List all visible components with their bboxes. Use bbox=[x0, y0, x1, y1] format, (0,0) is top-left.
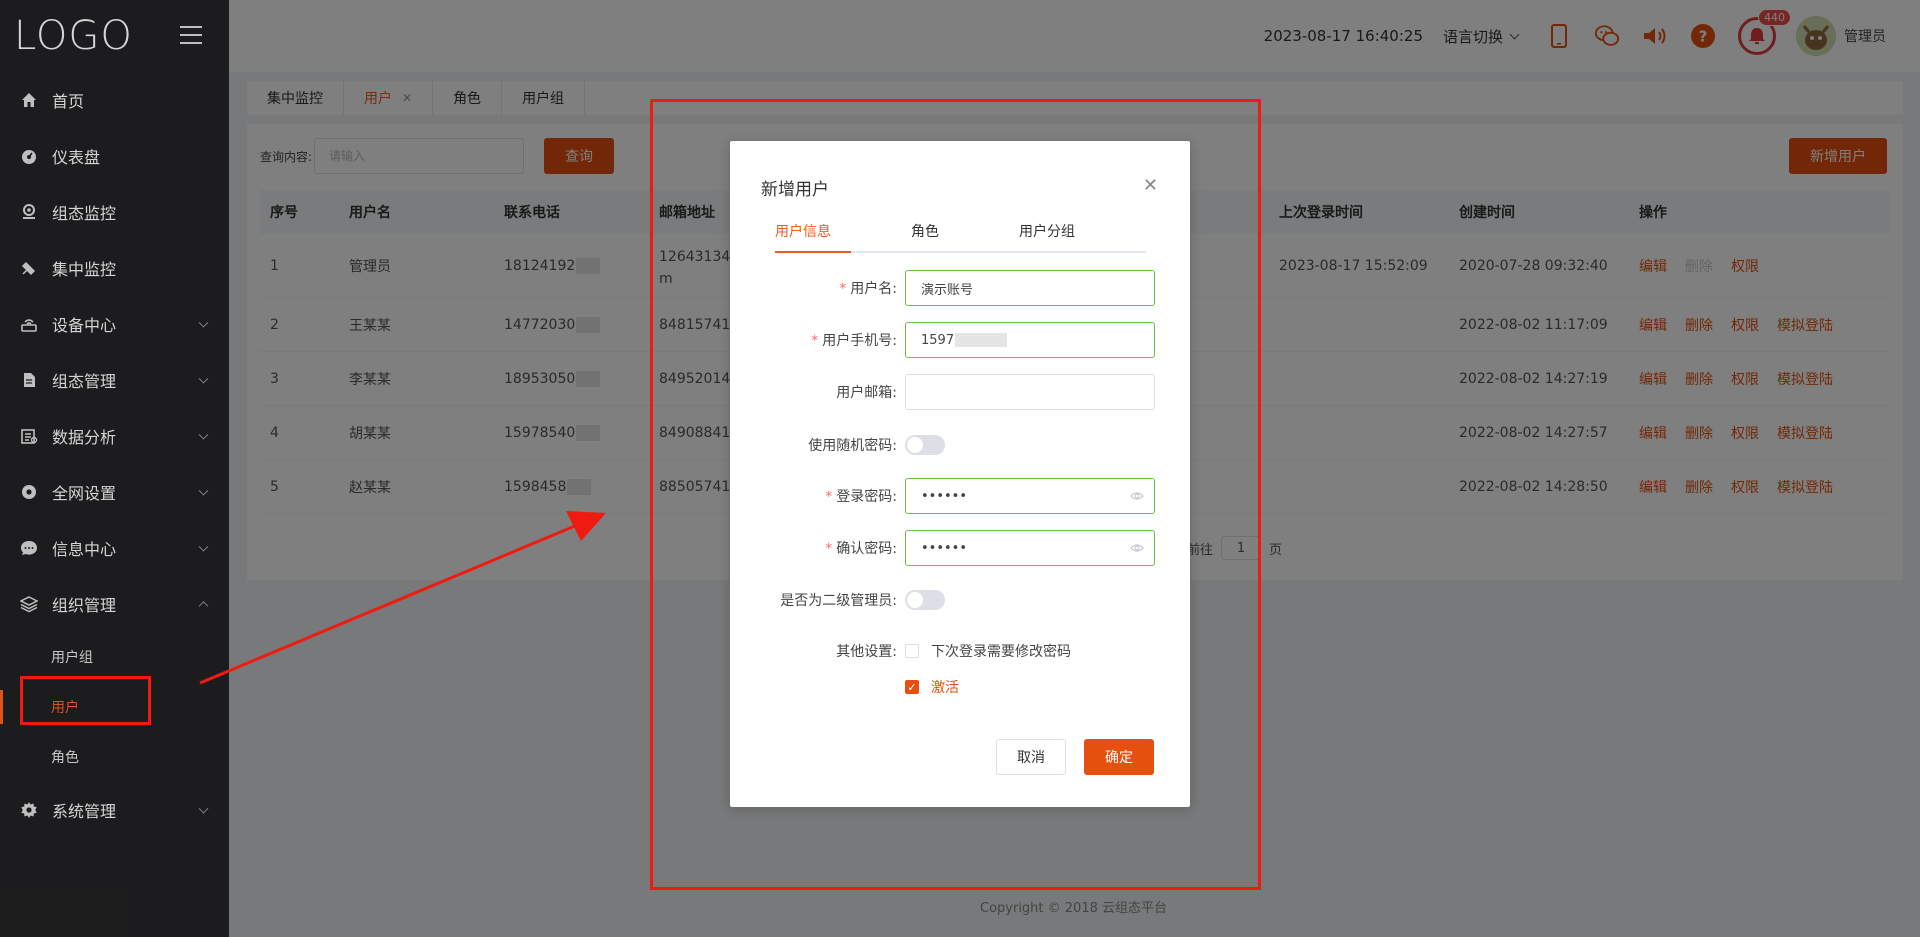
sidebar-menu: 首页 仪表盘 组态监控 集中监控 设备中心 组态管理 数据分析 全网设置 信息中… bbox=[0, 72, 229, 838]
analysis-icon bbox=[20, 427, 38, 445]
tab-user-info[interactable]: 用户信息 bbox=[775, 221, 831, 241]
dashboard-icon bbox=[20, 147, 38, 165]
confirm-value: •••••• bbox=[921, 540, 968, 556]
sidebar-item-label: 集中监控 bbox=[52, 260, 117, 279]
cancel-button[interactable]: 取消 bbox=[996, 739, 1066, 775]
logo: LOGO bbox=[14, 13, 133, 59]
change-password-label[interactable]: 下次登录需要修改密码 bbox=[931, 641, 1071, 661]
layers-icon bbox=[20, 595, 38, 613]
sidebar-item-label: 设备中心 bbox=[52, 316, 117, 335]
sidebar-item-config-manage[interactable]: 组态管理 bbox=[0, 352, 229, 408]
chevron-down-icon bbox=[198, 803, 209, 814]
chevron-down-icon bbox=[198, 429, 209, 440]
close-icon[interactable]: ✕ bbox=[1143, 175, 1158, 196]
home-icon bbox=[20, 91, 38, 109]
username-field[interactable]: 演示账号 bbox=[905, 270, 1155, 306]
add-user-dialog: 新增用户 ✕ 用户信息 角色 用户分组 * 用户名: 演示账号 * 用户手机号: 1… bbox=[730, 141, 1190, 807]
active-label[interactable]: 激活 bbox=[931, 677, 959, 697]
gear-icon bbox=[20, 801, 38, 819]
password-value: •••••• bbox=[921, 488, 968, 504]
tab-role[interactable]: 角色 bbox=[911, 221, 939, 241]
confirm-password-field[interactable]: •••••• bbox=[905, 530, 1155, 566]
form-row-username: * 用户名: 演示账号 bbox=[730, 270, 1190, 306]
sidebar-item-label: 全网设置 bbox=[52, 484, 117, 503]
sidebar-item-label: 仪表盘 bbox=[52, 148, 101, 167]
required-mark: * bbox=[825, 489, 833, 505]
settings-circle-icon bbox=[20, 483, 38, 501]
tab-user-grouping[interactable]: 用户分组 bbox=[1019, 221, 1075, 241]
form-row-other-settings: 其他设置: 下次登录需要修改密码 bbox=[730, 633, 1190, 669]
label-text: 确认密码: bbox=[836, 541, 897, 557]
form-row-password: * 登录密码: •••••• bbox=[730, 478, 1190, 514]
sidebar-item-label: 组织管理 bbox=[52, 596, 117, 615]
form-row-phone: * 用户手机号: 1597 bbox=[730, 322, 1190, 358]
sidebar-item-label: 系统管理 bbox=[52, 802, 117, 821]
masked-digits bbox=[955, 333, 1008, 347]
monitor-icon bbox=[20, 203, 38, 221]
chevron-down-icon bbox=[198, 541, 209, 552]
phone-label: * 用户手机号: bbox=[730, 330, 905, 350]
confirm-password-label: * 确认密码: bbox=[730, 538, 905, 558]
other-settings-label: 其他设置: bbox=[836, 644, 897, 660]
username-label: * 用户名: bbox=[730, 278, 905, 298]
password-field[interactable]: •••••• bbox=[905, 478, 1155, 514]
sidebar-item-label: 信息中心 bbox=[52, 540, 117, 559]
sidebar-item-data-analysis[interactable]: 数据分析 bbox=[0, 408, 229, 464]
sidebar-item-home[interactable]: 首页 bbox=[0, 72, 229, 128]
phone-field[interactable]: 1597 bbox=[905, 322, 1155, 358]
active-checkbox[interactable]: ✓ bbox=[905, 680, 919, 694]
sidebar-item-config-monitor[interactable]: 组态监控 bbox=[0, 184, 229, 240]
chevron-down-icon bbox=[198, 317, 209, 328]
sidebar-item-label: 组态管理 bbox=[52, 372, 117, 391]
form-row-active: ✓ 激活 bbox=[730, 669, 1190, 705]
sidebar-item-label: 首页 bbox=[52, 92, 85, 111]
sidebar: LOGO 首页 仪表盘 组态监控 集中监控 设备中心 组态管理 数据分析 全网设… bbox=[0, 0, 229, 937]
sidebar-subitem-user-group[interactable]: 用户组 bbox=[0, 632, 229, 682]
sidebar-item-label: 组态监控 bbox=[52, 204, 117, 223]
chevron-down-icon bbox=[198, 373, 209, 384]
label-text: 登录密码: bbox=[836, 489, 897, 505]
form-row-email: 用户邮箱: bbox=[730, 374, 1190, 410]
chevron-down-icon bbox=[198, 485, 209, 496]
document-icon bbox=[20, 371, 38, 389]
menu-toggle-icon[interactable] bbox=[180, 26, 202, 44]
router-icon bbox=[20, 315, 38, 333]
phone-value: 1597 bbox=[921, 332, 955, 348]
sub-admin-label: 是否为二级管理员: bbox=[780, 593, 897, 609]
satellite-icon bbox=[20, 259, 38, 277]
eye-icon[interactable] bbox=[1130, 489, 1144, 503]
form-row-confirm-password: * 确认密码: •••••• bbox=[730, 530, 1190, 566]
random-password-label: 使用随机密码: bbox=[808, 438, 897, 454]
eye-icon[interactable] bbox=[1130, 541, 1144, 555]
dialog-title: 新增用户 bbox=[761, 180, 829, 200]
email-label: 用户邮箱: bbox=[836, 385, 897, 401]
sidebar-item-central-monitor[interactable]: 集中监控 bbox=[0, 240, 229, 296]
sidebar-item-dashboard[interactable]: 仪表盘 bbox=[0, 128, 229, 184]
confirm-button[interactable]: 确定 bbox=[1084, 739, 1154, 775]
dialog-tabs: 用户信息 角色 用户分组 bbox=[775, 221, 1146, 253]
message-icon bbox=[20, 539, 38, 557]
chevron-up-icon bbox=[198, 601, 209, 612]
required-mark: * bbox=[825, 541, 833, 557]
email-field[interactable] bbox=[905, 374, 1155, 410]
form-row-random-password: 使用随机密码: bbox=[730, 427, 1190, 463]
sub-admin-toggle[interactable] bbox=[905, 590, 945, 610]
form-row-sub-admin: 是否为二级管理员: bbox=[730, 582, 1190, 618]
required-mark: * bbox=[811, 333, 819, 349]
label-text: 用户名: bbox=[850, 281, 897, 297]
change-password-checkbox[interactable] bbox=[905, 644, 919, 658]
sidebar-item-org-manage[interactable]: 组织管理 bbox=[0, 576, 229, 632]
sidebar-subitem-role[interactable]: 角色 bbox=[0, 732, 229, 782]
sidebar-item-network-settings[interactable]: 全网设置 bbox=[0, 464, 229, 520]
sidebar-subitem-user[interactable]: 用户 bbox=[0, 682, 229, 732]
sidebar-item-system-manage[interactable]: 系统管理 bbox=[0, 782, 229, 838]
password-label: * 登录密码: bbox=[730, 486, 905, 506]
required-mark: * bbox=[839, 281, 847, 297]
sidebar-item-device-center[interactable]: 设备中心 bbox=[0, 296, 229, 352]
sidebar-item-info-center[interactable]: 信息中心 bbox=[0, 520, 229, 576]
random-password-toggle[interactable] bbox=[905, 435, 945, 455]
label-text: 用户手机号: bbox=[822, 333, 897, 349]
active-tab-indicator bbox=[775, 251, 851, 253]
sidebar-item-label: 数据分析 bbox=[52, 428, 117, 447]
